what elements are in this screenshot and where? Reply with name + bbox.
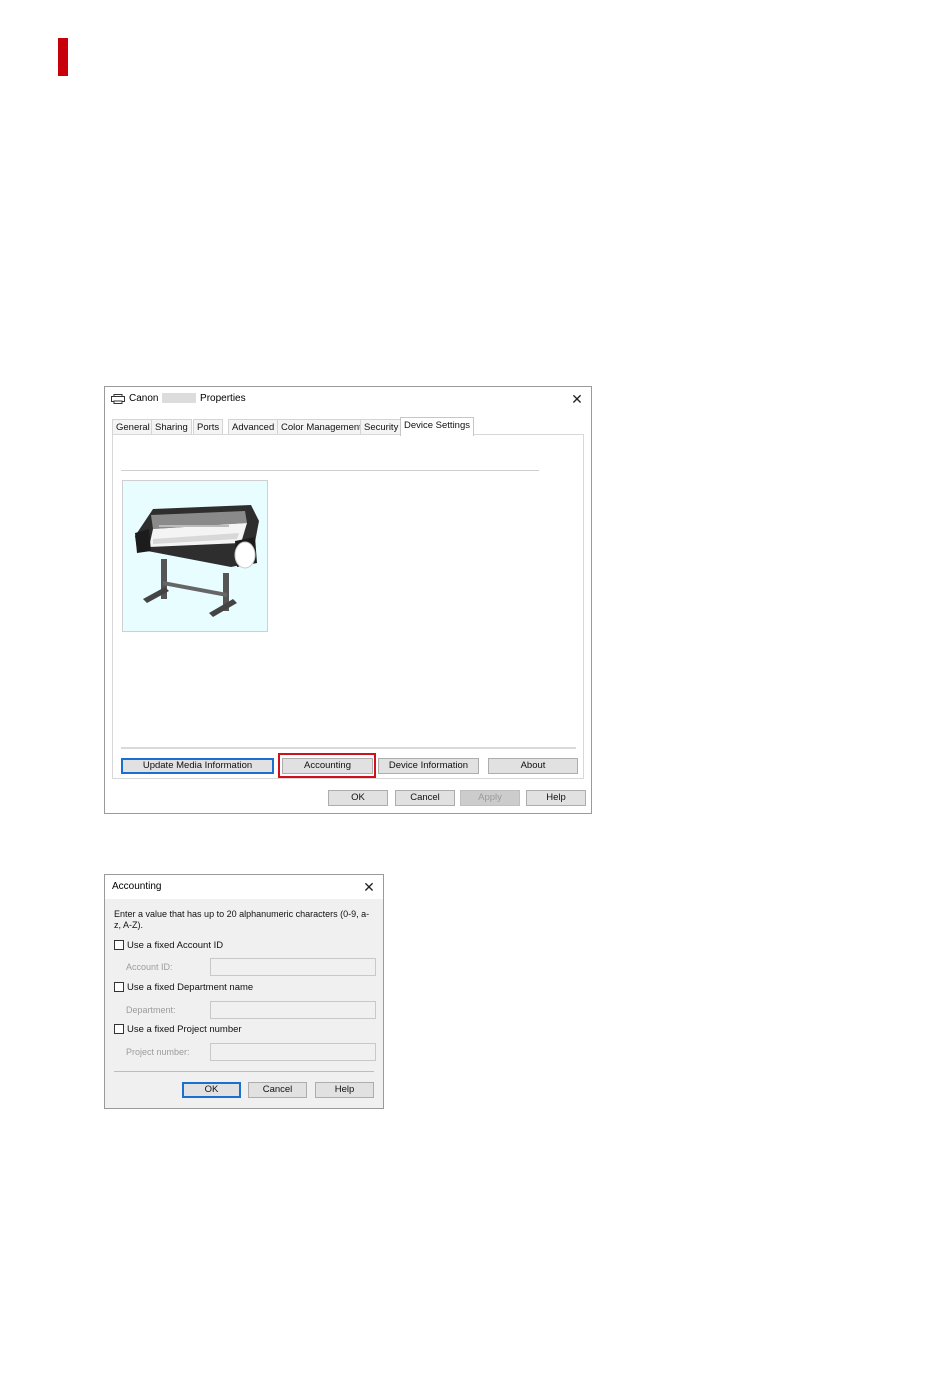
department-field[interactable]: [210, 1001, 376, 1019]
tab-general[interactable]: General: [112, 419, 154, 435]
properties-titlebar: Canon Properties ✕: [105, 387, 591, 411]
accounting-titlebar: Accounting ✕: [105, 875, 383, 899]
fixed-department-option[interactable]: Use a fixed Department name: [114, 982, 253, 994]
section-marker: [58, 38, 68, 76]
accounting-title: Accounting: [112, 881, 162, 892]
accounting-description: Enter a value that has up to 20 alphanum…: [114, 909, 370, 930]
tab-device-settings[interactable]: Device Settings: [400, 417, 475, 436]
help-button[interactable]: Help: [526, 790, 586, 806]
tab-advanced[interactable]: Advanced: [228, 419, 279, 435]
properties-title: Canon Properties: [129, 393, 246, 404]
checkbox[interactable]: [114, 982, 124, 992]
project-number-label: Project number:: [126, 1047, 190, 1057]
checkbox[interactable]: [114, 940, 124, 950]
accounting-highlight: [278, 753, 376, 778]
fixed-account-id-option[interactable]: Use a fixed Account ID: [114, 940, 223, 952]
project-number-field[interactable]: [210, 1043, 376, 1061]
tab-ports[interactable]: Ports: [193, 419, 224, 435]
device-information-button[interactable]: Device Information: [378, 758, 479, 774]
close-icon[interactable]: ✕: [361, 879, 377, 895]
device-settings-panel: [112, 434, 584, 779]
tab-color-management[interactable]: Color Management: [277, 419, 366, 435]
printer-properties-window: Canon Properties ✕ General Sharing Ports…: [104, 386, 592, 814]
large-format-printer-illustration: [135, 505, 259, 617]
cancel-button[interactable]: Cancel: [395, 790, 455, 806]
update-media-information-button[interactable]: Update Media Information: [121, 758, 274, 774]
printer-image: [122, 480, 268, 632]
checkbox-label: Use a fixed Project number: [127, 1024, 242, 1035]
account-id-label: Account ID:: [126, 962, 173, 972]
checkbox-label: Use a fixed Account ID: [127, 940, 224, 951]
divider: [121, 470, 539, 471]
ok-button[interactable]: OK: [328, 790, 388, 806]
tab-strip: General Sharing Ports Advanced Color Man…: [112, 417, 584, 436]
printer-icon: [111, 394, 125, 404]
department-label: Department:: [126, 1005, 176, 1015]
apply-button[interactable]: Apply: [460, 790, 520, 806]
divider: [114, 1071, 374, 1072]
checkbox[interactable]: [114, 1024, 124, 1034]
fixed-project-number-option[interactable]: Use a fixed Project number: [114, 1024, 242, 1036]
ok-button[interactable]: OK: [182, 1082, 241, 1098]
tab-sharing[interactable]: Sharing: [151, 419, 192, 435]
close-icon[interactable]: ✕: [569, 391, 585, 407]
divider: [121, 747, 576, 749]
account-id-field[interactable]: [210, 958, 376, 976]
accounting-dialog: Accounting ✕ Enter a value that has up t…: [104, 874, 384, 1109]
about-button[interactable]: About: [488, 758, 578, 774]
checkbox-label: Use a fixed Department name: [127, 982, 254, 993]
tab-security[interactable]: Security: [360, 419, 403, 435]
redacted-model-name: [162, 393, 197, 404]
cancel-button[interactable]: Cancel: [248, 1082, 307, 1098]
help-button[interactable]: Help: [315, 1082, 374, 1098]
